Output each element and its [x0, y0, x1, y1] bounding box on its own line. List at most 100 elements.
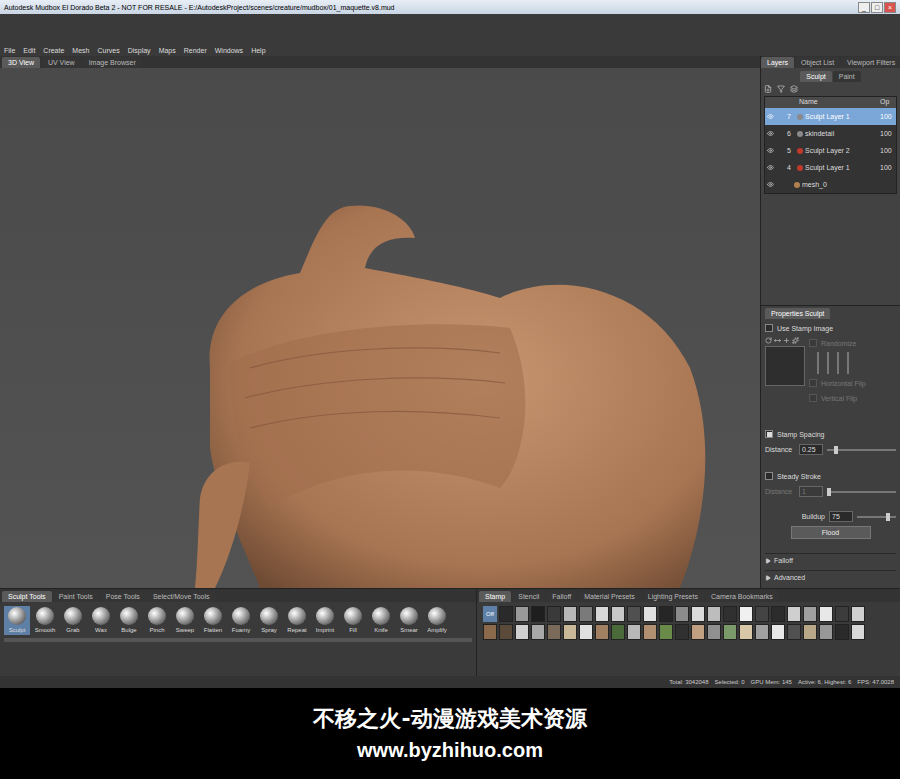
rotate-icon[interactable]	[765, 337, 772, 344]
filter-icon[interactable]	[777, 85, 785, 93]
stamp-tile[interactable]	[675, 606, 689, 622]
plus-icon[interactable]	[783, 337, 790, 344]
checkbox-box[interactable]	[809, 379, 817, 387]
tray-tab[interactable]: Material Presets	[578, 591, 641, 602]
tool-button[interactable]: Imprint	[312, 606, 338, 635]
stamp-tile[interactable]	[643, 606, 657, 622]
vertical-slider[interactable]	[847, 352, 849, 374]
slider-track[interactable]	[827, 491, 896, 493]
layer-row[interactable]: 5Sculpt Layer 2100	[765, 142, 896, 159]
tool-tab[interactable]: Pose Tools	[100, 591, 146, 602]
slider-thumb[interactable]	[827, 488, 831, 496]
horizontal-flip-checkbox[interactable]: Horizontal Flip	[809, 377, 896, 389]
steady-stroke-checkbox[interactable]: Steady Stroke	[765, 470, 896, 482]
tool-tab[interactable]: Select/Move Tools	[147, 591, 216, 602]
stamp-tile[interactable]	[579, 606, 593, 622]
tool-button[interactable]: Fill	[340, 606, 366, 635]
stamp-tile[interactable]	[579, 624, 593, 640]
stamp-tile[interactable]	[835, 606, 849, 622]
tool-button[interactable]: Grab	[60, 606, 86, 635]
stamp-tile[interactable]	[563, 624, 577, 640]
field-input[interactable]: 75	[829, 511, 853, 522]
menu-item[interactable]: Help	[251, 46, 265, 55]
stamp-tile[interactable]	[595, 624, 609, 640]
menu-item[interactable]: Maps	[159, 46, 176, 55]
stamp-tile[interactable]	[627, 624, 641, 640]
tool-button[interactable]: Amplify	[424, 606, 450, 635]
stamp-tile[interactable]	[739, 624, 753, 640]
tool-button[interactable]: Spray	[256, 606, 282, 635]
checkbox-box[interactable]	[809, 339, 817, 347]
stamp-tile[interactable]	[819, 606, 833, 622]
tool-button[interactable]: Smear	[396, 606, 422, 635]
stamp-tile[interactable]	[515, 624, 529, 640]
collapsible-section[interactable]: Falloff	[765, 553, 896, 567]
menu-item[interactable]: File	[4, 46, 15, 55]
stamp-tile[interactable]	[595, 606, 609, 622]
menu-item[interactable]: Display	[128, 46, 151, 55]
stamp-spacing-checkbox[interactable]: Stamp Spacing	[765, 428, 896, 440]
checkbox-box[interactable]	[765, 430, 773, 438]
stamp-tile[interactable]	[531, 624, 545, 640]
stamp-tile[interactable]	[547, 606, 561, 622]
tray-tab[interactable]: Falloff	[546, 591, 577, 602]
menu-item[interactable]: Windows	[215, 46, 243, 55]
tray-tab[interactable]: Stencil	[512, 591, 545, 602]
stamp-tile[interactable]	[611, 606, 625, 622]
field-input[interactable]: 1	[799, 486, 823, 497]
vertical-flip-checkbox[interactable]: Vertical Flip	[809, 392, 896, 404]
tool-button[interactable]: Repeat	[284, 606, 310, 635]
tool-button[interactable]: Sculpt	[4, 606, 30, 635]
stamp-tile[interactable]	[707, 606, 721, 622]
window-control-button[interactable]: _	[858, 2, 870, 13]
tool-button[interactable]: Foamy	[228, 606, 254, 635]
slider-thumb[interactable]	[834, 446, 838, 454]
tool-tab[interactable]: Sculpt Tools	[2, 591, 52, 602]
view-tab[interactable]: 3D View	[2, 57, 40, 68]
new-layer-icon[interactable]	[764, 85, 772, 93]
tools-scrollbar[interactable]	[4, 638, 472, 642]
stamp-tile[interactable]	[819, 624, 833, 640]
merge-layers-icon[interactable]	[790, 85, 798, 93]
slider-thumb[interactable]	[886, 513, 890, 521]
viewport[interactable]	[0, 68, 760, 588]
stamp-tile[interactable]	[803, 606, 817, 622]
window-control-button[interactable]: ×	[884, 2, 896, 13]
stamp-tile[interactable]	[659, 624, 673, 640]
stamp-tile[interactable]	[659, 606, 673, 622]
panel-tab[interactable]: Object List	[795, 57, 840, 68]
layer-row[interactable]: mesh_0	[765, 176, 896, 193]
stamp-tile[interactable]	[675, 624, 689, 640]
stamp-tile[interactable]	[723, 624, 737, 640]
menu-item[interactable]: Create	[43, 46, 64, 55]
stamp-tile[interactable]	[739, 606, 753, 622]
checkbox-box[interactable]	[809, 394, 817, 402]
window-control-button[interactable]: □	[871, 2, 883, 13]
checkbox-box[interactable]	[765, 324, 773, 332]
menu-item[interactable]: Render	[184, 46, 207, 55]
stamp-tile[interactable]	[563, 606, 577, 622]
stamp-tile[interactable]	[515, 606, 529, 622]
slider-track[interactable]	[857, 516, 896, 518]
use-stamp-image-checkbox[interactable]: Use Stamp Image	[765, 322, 896, 334]
tool-button[interactable]: Pinch	[144, 606, 170, 635]
tool-tab[interactable]: Paint Tools	[53, 591, 99, 602]
view-tab[interactable]: Image Browser	[83, 57, 142, 68]
layer-row[interactable]: 4Sculpt Layer 1100	[765, 159, 896, 176]
stamp-tile[interactable]	[707, 624, 721, 640]
stamp-tile[interactable]	[691, 606, 705, 622]
tray-tab[interactable]: Camera Bookmarks	[705, 591, 779, 602]
view-tab[interactable]: UV View	[42, 57, 81, 68]
menu-item[interactable]: Mesh	[72, 46, 89, 55]
stamp-tile[interactable]	[851, 624, 865, 640]
stamp-off-tile[interactable]: Off	[483, 606, 497, 622]
stamp-tile[interactable]	[771, 606, 785, 622]
menu-item[interactable]: Curves	[97, 46, 119, 55]
tray-tab[interactable]: Lighting Presets	[642, 591, 704, 602]
stamp-tile[interactable]	[531, 606, 545, 622]
star-icon[interactable]	[792, 337, 799, 344]
visibility-icon[interactable]	[767, 113, 774, 120]
stamp-tile[interactable]	[835, 624, 849, 640]
stamp-tile[interactable]	[771, 624, 785, 640]
stamp-tile[interactable]	[723, 606, 737, 622]
